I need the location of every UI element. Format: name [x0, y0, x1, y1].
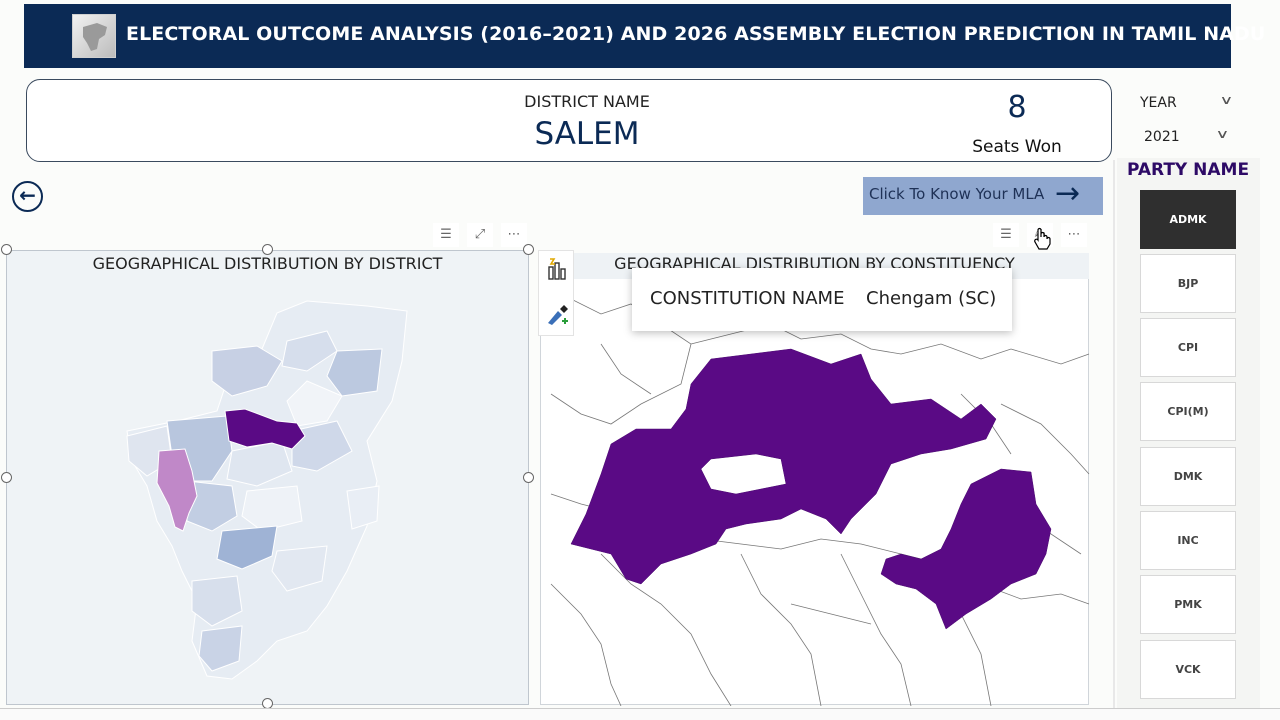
back-arrow-icon[interactable]: ←	[12, 181, 43, 212]
district-map-title: GEOGRAPHICAL DISTRIBUTION BY DISTRICT	[92, 254, 443, 273]
arrow-right-icon: →	[1055, 176, 1081, 211]
resize-handle[interactable]	[1, 472, 12, 483]
format-visual-icon-svg	[548, 305, 568, 325]
resize-handle[interactable]	[523, 472, 534, 483]
tamil-nadu-logo	[72, 14, 116, 58]
party-button-bjp[interactable]: BJP	[1140, 254, 1236, 313]
page-bottom-bar	[0, 708, 1280, 720]
panel-divider	[1113, 160, 1115, 720]
know-your-mla-button[interactable]: Click To Know Your MLA →	[863, 177, 1103, 215]
district-summary-card: DISTRICT NAME SALEM 8 Seats Won	[26, 79, 1112, 162]
seats-won-label: Seats Won	[972, 137, 1062, 157]
district-map[interactable]	[7, 251, 530, 706]
more-options-icon[interactable]: ⋯	[501, 223, 527, 247]
map-logo-icon	[83, 23, 107, 51]
chevron-down-icon: ∨	[1215, 127, 1230, 141]
filter-icon[interactable]: ☰	[993, 223, 1019, 247]
district-map-visual[interactable]	[6, 250, 529, 705]
party-button-vck[interactable]: VCK	[1140, 640, 1236, 699]
tooltip-value: Chengam (SC)	[866, 288, 997, 309]
hand-cursor-svg	[1034, 227, 1051, 250]
year-slicer-label: YEAR	[1140, 95, 1177, 111]
year-dropdown-value: 2021	[1144, 129, 1180, 145]
build-visual-icon-svg	[548, 258, 566, 280]
filter-icon[interactable]: ☰	[433, 223, 459, 247]
party-button-dmk[interactable]: DMK	[1140, 447, 1236, 506]
party-slicer-title: PARTY NAME	[1126, 160, 1250, 180]
tooltip-key: CONSTITUTION NAME	[650, 288, 845, 309]
district-name-value: SALEM	[534, 116, 640, 152]
map-tooltip: CONSTITUTION NAME Chengam (SC)	[632, 268, 1012, 331]
district-name-label: DISTRICT NAME	[524, 92, 650, 111]
year-slicer-chevron-icon[interactable]: ∨	[1219, 93, 1233, 107]
focus-mode-icon[interactable]: ⤢	[467, 223, 493, 247]
report-title: ELECTORAL OUTCOME ANALYSIS (2016–2021) A…	[126, 23, 1266, 45]
party-button-cpi[interactable]: CPI	[1140, 318, 1236, 377]
party-button-admk[interactable]: ADMK	[1140, 190, 1236, 249]
seats-won-value: 8	[1007, 90, 1027, 125]
know-your-mla-label: Click To Know Your MLA	[869, 185, 1045, 203]
visual-tools-pane	[538, 250, 574, 336]
party-button-inc[interactable]: INC	[1140, 511, 1236, 570]
report-header: ELECTORAL OUTCOME ANALYSIS (2016–2021) A…	[24, 4, 1266, 68]
party-button-pmk[interactable]: PMK	[1140, 575, 1236, 634]
party-button-cpim[interactable]: CPI(M)	[1140, 382, 1236, 441]
hand-cursor-icon	[1030, 226, 1054, 250]
year-dropdown[interactable]: 2021 ∨	[1134, 122, 1244, 152]
more-options-icon[interactable]: ⋯	[1061, 223, 1087, 247]
build-visual-icon[interactable]	[544, 257, 570, 283]
format-visual-icon[interactable]	[544, 303, 570, 329]
